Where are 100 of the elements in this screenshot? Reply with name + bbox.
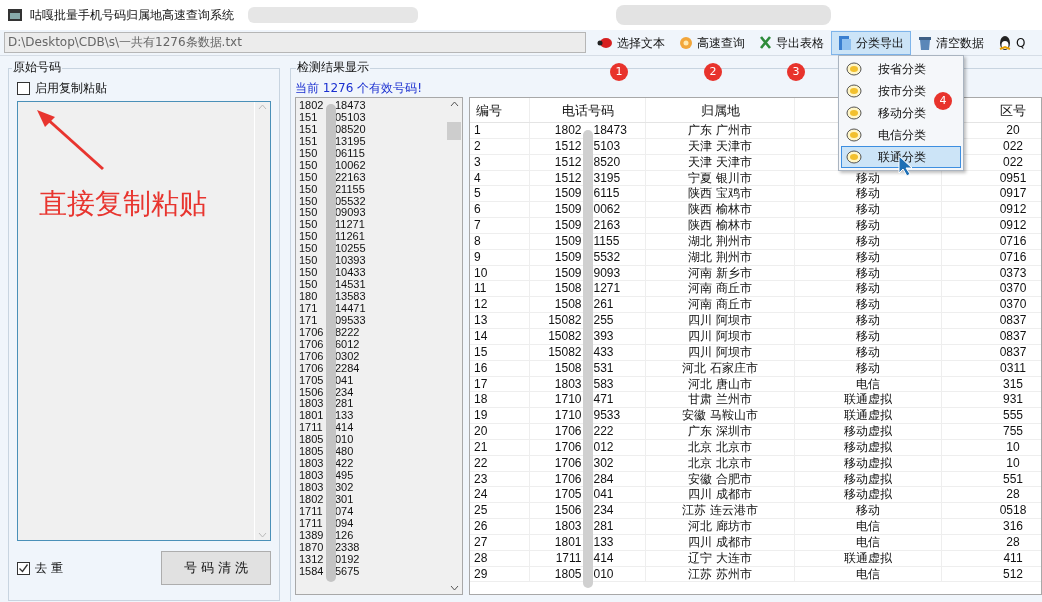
list-item[interactable]: 150 10255 <box>299 243 446 256</box>
list-item[interactable]: 150 05532 <box>299 195 446 208</box>
table-cell: 5 <box>470 186 530 202</box>
list-item[interactable]: 1706 0302 <box>299 350 446 363</box>
list-item[interactable]: 150 22163 <box>299 171 446 184</box>
scroll-thumb[interactable] <box>447 122 461 140</box>
table-cell: 2 <box>470 138 530 154</box>
list-item[interactable]: 150 09093 <box>299 207 446 220</box>
toolbar-button[interactable]: 高速查询 <box>672 30 752 55</box>
list-item[interactable]: 171 14471 <box>299 302 446 315</box>
table-cell: 移动虚拟 <box>844 487 892 503</box>
number-list[interactable] <box>295 97 463 595</box>
table-cell: 电信 <box>856 566 880 582</box>
menu-item[interactable]: 电信分类 <box>841 124 931 146</box>
list-item[interactable]: 151 13195 <box>299 135 446 148</box>
column-header[interactable]: 电话号码 <box>530 98 646 122</box>
list-item[interactable]: 1706 2284 <box>299 362 446 375</box>
checkbox-label: 启用复制粘贴 <box>35 80 107 97</box>
table-cell: 移动 <box>856 233 880 249</box>
column-header[interactable]: 编号 <box>470 98 530 122</box>
list-item[interactable]: 1803 495 <box>299 470 446 482</box>
toolbar-button[interactable]: 分类导出 <box>831 30 911 55</box>
table-cell: 4 <box>470 170 530 186</box>
toolbar-button[interactable]: 清空数据 <box>911 30 991 55</box>
checkbox[interactable] <box>17 81 30 95</box>
table-cell: 河北 廊坊市 <box>646 519 795 534</box>
chevron-down-icon[interactable] <box>449 585 459 591</box>
table-cell: 河南 商丘市 <box>646 281 795 297</box>
group-title: 原始号码 <box>12 60 62 74</box>
table-cell: 天津 天津市 <box>646 138 795 154</box>
table-cell: 10 <box>1006 439 1020 455</box>
list-item[interactable]: 1805 010 <box>299 434 446 447</box>
list-item[interactable]: 1711 414 <box>299 422 446 435</box>
list-item[interactable]: 1711 094 <box>299 517 446 530</box>
list-item[interactable]: 1870 2338 <box>299 541 446 554</box>
list-item[interactable]: 1803 302 <box>299 482 446 494</box>
table-cell: 北京 北京市 <box>646 455 795 471</box>
toolbar-button[interactable]: 选择文本 <box>590 30 672 55</box>
table-cell: 24 <box>470 487 530 503</box>
list-item[interactable]: 1389 126 <box>299 529 446 542</box>
list-item[interactable]: 1711 074 <box>299 505 446 518</box>
list-item[interactable]: 1584 5675 <box>299 565 446 578</box>
table-cell: 四川 成都市 <box>646 534 795 550</box>
file-path-field[interactable]: D:\Desktop\CDB\s\一共有1276条数据.txt <box>4 32 586 53</box>
table-cell: 湖北 荆州市 <box>646 249 795 265</box>
penguin-icon <box>998 34 1012 51</box>
list-item[interactable]: 150 14531 <box>299 279 446 291</box>
table-cell: 电信 <box>856 376 880 392</box>
list-item[interactable]: 151 05103 <box>299 111 446 124</box>
clean-button[interactable]: 号 码 清 洗 <box>161 551 271 585</box>
table-cell: 1 <box>470 123 530 138</box>
table-cell: 移动 <box>856 360 880 376</box>
toolbar-button[interactable]: Q <box>991 30 1033 55</box>
table-cell: 移动虚拟 <box>844 455 892 471</box>
list-item[interactable]: 150 10062 <box>299 159 446 172</box>
list-item[interactable]: 1803 281 <box>299 398 446 411</box>
list-item[interactable]: 150 06115 <box>299 147 446 160</box>
list-item[interactable]: 1506 234 <box>299 386 446 399</box>
list-item[interactable]: 171 09533 <box>299 314 446 327</box>
checkbox-label: 去 重 <box>35 560 63 577</box>
list-item[interactable]: 150 10393 <box>299 255 446 268</box>
list-item[interactable]: 150 11271 <box>299 219 446 232</box>
table-cell: 0518 <box>999 503 1027 519</box>
table-cell: 022 <box>1003 154 1023 170</box>
toolbar-button[interactable]: 导出表格 <box>752 30 831 55</box>
list-item[interactable]: 1801 133 <box>299 410 446 423</box>
list-item[interactable]: 1706 8222 <box>299 326 446 339</box>
list-item[interactable]: 1312 0192 <box>299 553 446 566</box>
checkbox[interactable] <box>17 561 30 575</box>
chevron-up-icon[interactable] <box>449 101 459 107</box>
egg-icon <box>846 106 862 120</box>
list-item[interactable]: 180 13583 <box>299 291 446 303</box>
table-cell: 移动 <box>856 297 880 313</box>
list-item[interactable]: 1706 6012 <box>299 338 446 351</box>
table-cell: 20 <box>1006 123 1020 138</box>
list-item[interactable]: 150 11261 <box>299 231 446 244</box>
app-icon <box>8 9 22 21</box>
column-header[interactable]: 区号 <box>1000 98 1026 122</box>
list-item[interactable]: 151 08520 <box>299 123 446 136</box>
list-item[interactable]: 1805 480 <box>299 446 446 459</box>
table-cell: 931 <box>1003 392 1023 408</box>
menu-item[interactable]: 按省分类 <box>841 58 931 80</box>
list-item[interactable]: 1802 301 <box>299 493 446 506</box>
list-item[interactable]: 1803 422 <box>299 458 446 471</box>
list-item[interactable]: 1705 041 <box>299 374 446 387</box>
table-cell: 20 <box>470 424 530 439</box>
table-cell: 411 <box>1003 550 1023 566</box>
table-cell: 0370 <box>999 297 1027 313</box>
list-item[interactable]: 150 10433 <box>299 267 446 280</box>
table-cell: 28 <box>1006 534 1020 550</box>
paste-text-area[interactable] <box>17 101 271 541</box>
menu-item[interactable]: 移动分类 <box>841 102 931 124</box>
table-cell: 联通虚拟 <box>844 408 892 424</box>
table-cell: 23 <box>470 471 530 487</box>
table-cell: 江苏 连云港市 <box>646 503 795 519</box>
menu-item[interactable]: 按市分类 <box>841 80 931 102</box>
list-item[interactable]: 150 21155 <box>299 183 446 196</box>
column-header[interactable]: 归属地 <box>646 98 795 122</box>
ladybug-icon <box>597 35 613 50</box>
list-item[interactable]: 1802 18473 <box>299 100 446 112</box>
